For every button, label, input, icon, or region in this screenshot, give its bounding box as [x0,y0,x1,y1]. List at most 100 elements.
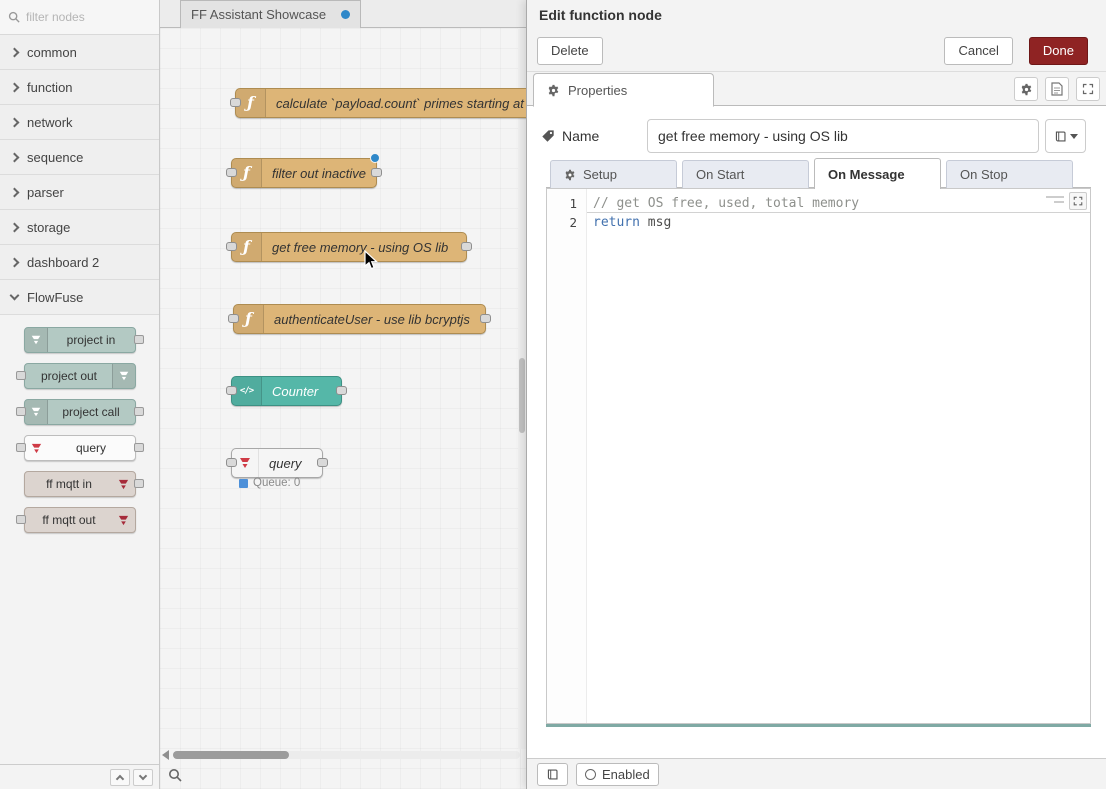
node-port[interactable] [461,242,472,251]
function-node-get-free-memory[interactable]: ƒ get free memory - using OS lib [231,232,467,262]
code-line: // get OS free, used, total memory [587,194,1090,213]
node-label: get free memory - using OS lib [262,240,458,255]
workspace-grid[interactable] [160,28,526,789]
palette-node-query[interactable]: query [24,435,136,461]
palette-category-sequence[interactable]: sequence [0,140,159,175]
palette-category-flowfuse[interactable]: FlowFuse [0,280,159,315]
node-port[interactable] [228,314,239,323]
chevron-right-icon [10,222,20,232]
palette-node-project-in[interactable]: project in [24,327,136,353]
cancel-button[interactable]: Cancel [944,37,1012,65]
counter-node[interactable]: </> Counter [231,376,342,406]
node-port[interactable] [226,386,237,395]
palette-category-dashboard2[interactable]: dashboard 2 [0,245,159,280]
palette-node-project-out[interactable]: project out [24,363,136,389]
node-port [16,407,26,416]
node-port [134,407,144,416]
editor-resize-handle[interactable] [546,724,1091,727]
palette-category-common[interactable]: common [0,35,159,70]
function-node-filter-out-inactive[interactable]: ƒ filter out inactive [231,158,377,188]
node-port[interactable] [230,98,241,107]
palette-node-label: ff mqtt out [42,513,95,527]
query-node[interactable]: query [231,448,323,478]
code-text: msg [640,215,671,230]
enabled-toggle-button[interactable]: Enabled [576,763,659,786]
chevron-down-icon [139,772,147,780]
horizontal-scrollbar[interactable] [162,750,520,760]
function-node-calculate-primes[interactable]: ƒ calculate `payload.count` primes start… [235,88,526,118]
code-editor-gutter: 1 2 [547,189,587,723]
node-port[interactable] [226,458,237,467]
tray-footer: Enabled [527,758,1106,789]
canvas-search-button[interactable] [165,765,185,785]
expand-dialog-button[interactable] [1076,77,1100,101]
flowfuse-icon [25,400,48,424]
node-port[interactable] [317,458,328,467]
library-button[interactable] [537,763,568,786]
palette-search-input[interactable] [26,10,151,24]
horizontal-scrollbar-thumb[interactable] [173,751,289,759]
tab-properties[interactable]: Properties [533,73,714,107]
tab-on-message-label: On Message [828,167,905,182]
palette-node-project-call[interactable]: project call [24,399,136,425]
node-port[interactable] [226,168,237,177]
vertical-scrollbar-thumb[interactable] [519,358,525,433]
node-port[interactable] [371,168,382,177]
chevron-right-icon [10,47,20,57]
function-node-authenticate-user[interactable]: ƒ authenticateUser - use lib bcryptjs [233,304,486,334]
flow-tab[interactable]: FF Assistant Showcase [180,0,361,28]
palette-node-ff-mqtt-in[interactable]: ff mqtt in [24,471,136,497]
tab-properties-label: Properties [568,83,627,98]
gear-icon [564,169,576,181]
scroll-left-arrow-icon[interactable] [162,750,169,760]
tab-on-start[interactable]: On Start [682,160,809,188]
category-label: storage [27,220,70,235]
node-port [16,515,26,524]
node-port[interactable] [226,242,237,251]
done-button[interactable]: Done [1029,37,1088,65]
category-label: FlowFuse [27,290,83,305]
enabled-radio-icon [585,769,596,780]
flow-canvas[interactable]: FF Assistant Showcase ƒ calculate `paylo… [160,0,526,789]
tab-on-message[interactable]: On Message [814,158,941,189]
palette-category-network[interactable]: network [0,105,159,140]
tab-setup[interactable]: Setup [550,160,677,188]
label-options-button[interactable] [1045,119,1086,153]
tab-on-stop[interactable]: On Stop [946,160,1073,188]
tab-setup-label: Setup [583,167,617,182]
name-label-text: Name [562,128,599,144]
caret-down-icon [1070,134,1078,139]
description-button[interactable] [1045,77,1069,101]
category-label: parser [27,185,64,200]
node-port[interactable] [480,314,491,323]
expand-categories-button[interactable] [133,769,153,786]
node-settings-button[interactable] [1014,77,1038,101]
node-label: authenticateUser - use lib bcryptjs [264,312,480,327]
minimap-line [1046,196,1064,198]
expand-editor-button[interactable] [1069,192,1087,210]
collapse-categories-button[interactable] [110,769,130,786]
palette-search[interactable] [0,0,159,35]
palette-category-function[interactable]: function [0,70,159,105]
flowfuse-icon [112,472,135,496]
node-label: filter out inactive [262,166,376,181]
search-icon [168,768,182,782]
code-editor-content[interactable]: // get OS free, used, total memory retur… [587,189,1090,232]
palette-category-storage[interactable]: storage [0,210,159,245]
tray-toolbar: Delete Cancel Done [527,30,1106,72]
palette-node-list: project in project out project call quer… [0,315,159,555]
edit-tray: Edit function node Delete Cancel Done Pr… [526,0,1106,789]
node-port[interactable] [336,386,347,395]
horizontal-scrollbar-track[interactable] [173,751,520,759]
palette-category-parser[interactable]: parser [0,175,159,210]
code-keyword: return [593,215,640,230]
name-input[interactable] [647,119,1039,153]
vertical-scrollbar[interactable] [518,28,526,749]
line-number: 2 [547,213,586,232]
palette-node-ff-mqtt-out[interactable]: ff mqtt out [24,507,136,533]
delete-button[interactable]: Delete [537,37,603,65]
code-editor[interactable]: 1 2 // get OS free, used, total memory r… [546,188,1091,724]
flow-tab-label: FF Assistant Showcase [191,7,326,22]
name-label: Name [541,128,647,144]
chevron-right-icon [10,187,20,197]
